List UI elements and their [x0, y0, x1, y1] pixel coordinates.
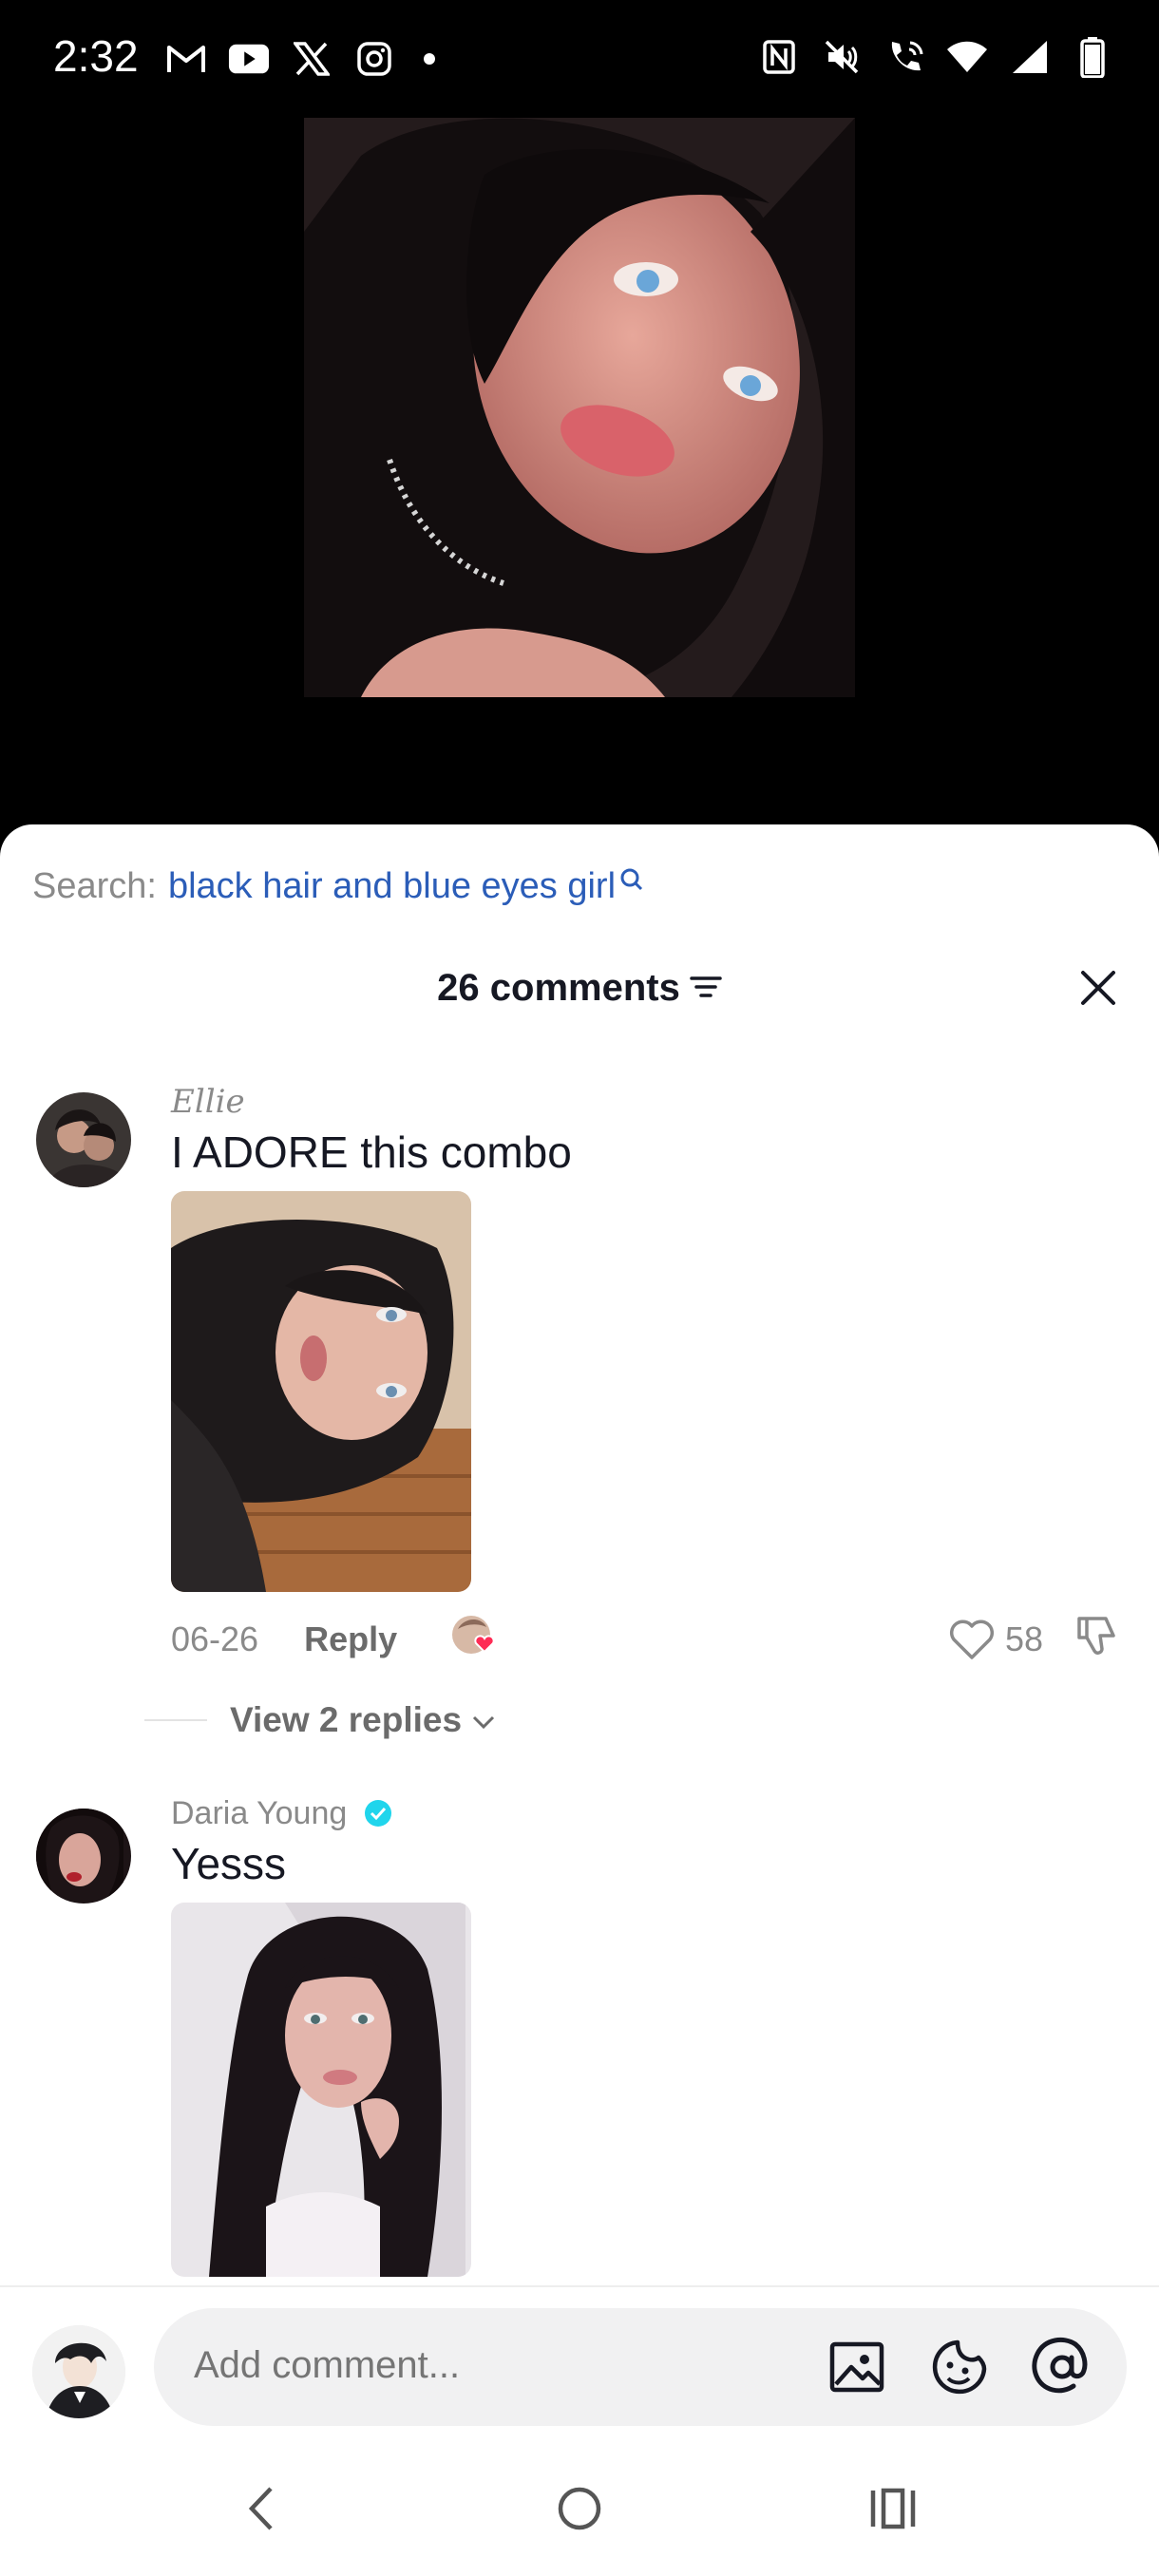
comment-image[interactable] [171, 1191, 471, 1592]
search-suggestion[interactable]: Search: black hair and blue eyes girl [32, 866, 644, 907]
mute-icon [821, 36, 863, 78]
home-icon[interactable] [546, 2475, 613, 2542]
nfc-icon [758, 36, 800, 78]
battery-icon [1072, 36, 1113, 78]
comment-input[interactable] [194, 2337, 783, 2394]
wifi-call-icon [884, 36, 925, 78]
recents-icon[interactable] [860, 2475, 926, 2542]
sort-icon[interactable] [690, 967, 722, 1010]
comment-input-bar [0, 2285, 1159, 2437]
creator-liked-badge [450, 1614, 502, 1666]
wifi-icon [946, 36, 988, 78]
like-count: 58 [1004, 1619, 1043, 1658]
x-icon [291, 38, 332, 80]
search-prefix: Search: [32, 866, 157, 906]
avatar[interactable] [36, 1809, 131, 1904]
comment-text: I ADORE this combo [171, 1127, 572, 1177]
reply-button[interactable]: Reply [304, 1619, 397, 1659]
mention-icon[interactable] [1032, 2337, 1092, 2397]
sticker-icon[interactable] [929, 2337, 990, 2397]
dislike-icon[interactable] [1074, 1611, 1123, 1669]
system-icons [758, 36, 1113, 78]
dot-icon [424, 53, 435, 65]
comment-input-container[interactable] [154, 2308, 1127, 2426]
instagram-icon [353, 38, 395, 80]
search-term-link[interactable]: black hair and blue eyes girl [168, 866, 616, 907]
view-replies-button[interactable]: View 2 replies [144, 1700, 496, 1740]
comment-meta: 06-26 Reply 58 [171, 1611, 1140, 1668]
my-avatar [32, 2325, 125, 2418]
comment-body: Daria Young Yesss [171, 1795, 471, 2277]
comment-username[interactable]: Daria Young [171, 1795, 471, 1832]
like-button[interactable]: 58 [948, 1618, 1043, 1661]
verified-badge-icon [364, 1799, 392, 1828]
comment-body: Ellie I ADORE this combo [171, 1083, 572, 1592]
status-bar: 2:32 [0, 0, 1159, 114]
signal-icon [1009, 36, 1051, 78]
comment-username-text: Daria Young [171, 1795, 348, 1831]
close-icon[interactable] [1074, 963, 1123, 1013]
comment-text: Yesss [171, 1839, 287, 1888]
view-replies-label: View 2 replies [230, 1700, 463, 1739]
replies-divider [144, 1719, 207, 1721]
system-nav-bar [0, 2437, 1159, 2576]
video-thumbnail[interactable] [304, 118, 855, 697]
youtube-icon [228, 38, 270, 80]
comment-username[interactable]: Ellie [171, 1083, 572, 1121]
gmail-icon [165, 38, 207, 80]
comment-date: 06-26 [171, 1619, 259, 1658]
chevron-down-icon [471, 1700, 496, 1740]
comment-image[interactable] [171, 1903, 471, 2277]
comments-header: 26 comments [0, 967, 1159, 1010]
search-icon [619, 861, 644, 901]
notification-icons [165, 38, 435, 80]
image-icon[interactable] [826, 2337, 887, 2397]
avatar[interactable] [36, 1092, 131, 1187]
comments-count: 26 comments [437, 967, 680, 1009]
back-icon[interactable] [228, 2475, 294, 2542]
status-clock: 2:32 [53, 31, 139, 81]
